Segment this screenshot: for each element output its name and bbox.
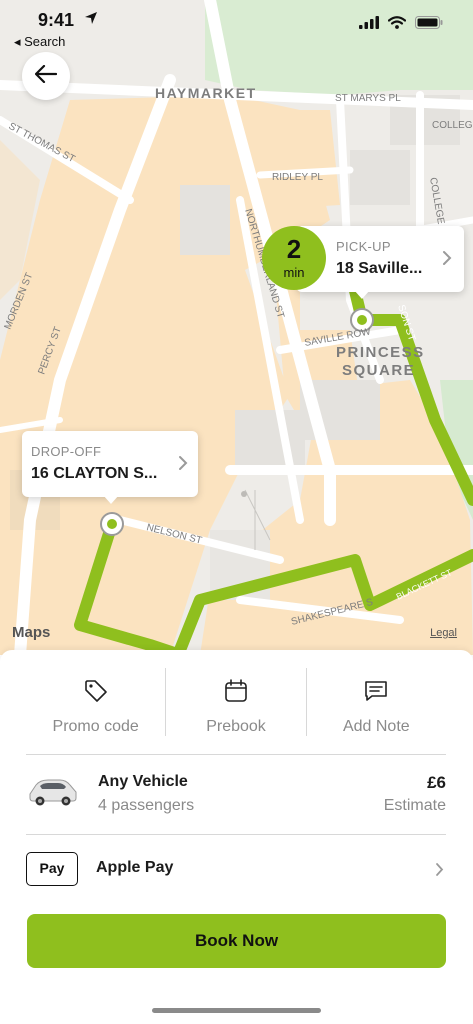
dropoff-callout-tail — [103, 495, 119, 504]
chevron-right-icon — [442, 250, 452, 271]
fare-price: £6 — [427, 773, 446, 792]
vehicle-row[interactable]: Any Vehicle 4 passengers £6 Estimate — [26, 762, 446, 828]
promo-code-button[interactable]: Promo code — [26, 668, 165, 736]
label-square: SQUARE — [342, 362, 415, 379]
payment-method-name: Apple Pay — [96, 859, 174, 876]
apple-maps-logo: Maps — [12, 624, 50, 641]
calendar-icon — [223, 678, 249, 704]
promo-code-label: Promo code — [52, 718, 139, 735]
add-note-button[interactable]: Add Note — [305, 668, 446, 736]
maps-logo-text: Maps — [12, 624, 51, 641]
fare-estimate-label: Estimate — [383, 797, 446, 814]
vehicle-passengers: 4 passengers — [98, 797, 195, 814]
divider — [26, 754, 446, 755]
wifi-icon — [387, 16, 407, 34]
apple-pay-badge-text: Pay — [39, 860, 65, 876]
legal-link[interactable]: Legal — [430, 627, 457, 639]
note-icon — [363, 678, 389, 704]
chevron-right-icon — [435, 862, 444, 882]
book-now-button[interactable]: Book Now — [27, 914, 446, 968]
apple-pay-badge: Pay — [26, 852, 78, 886]
booking-sheet: Promo code Prebook Add Note Any Vehicle — [0, 650, 473, 1024]
add-note-label: Add Note — [342, 718, 410, 735]
home-indicator — [152, 1008, 321, 1013]
eta-badge: 2 min — [262, 226, 326, 290]
label-ridley: RIDLEY PL — [272, 172, 323, 183]
signal-icon — [359, 16, 379, 34]
dropoff-callout[interactable]: DROP-OFF 16 CLAYTON S... — [22, 431, 198, 497]
chevron-right-icon — [178, 455, 188, 476]
label-college-1: COLLEGE — [432, 120, 473, 131]
eta-unit: min — [283, 265, 305, 280]
action-row: Promo code Prebook Add Note — [26, 668, 446, 736]
vehicle-name: Any Vehicle — [98, 773, 188, 790]
back-button[interactable] — [22, 52, 70, 100]
dropoff-address: 16 CLAYTON S... — [31, 465, 158, 482]
pickup-address: 18 Saville... — [336, 260, 423, 277]
eta-value: 2 — [286, 234, 302, 264]
prebook-button[interactable]: Prebook — [165, 668, 305, 736]
car-icon — [26, 770, 80, 815]
dropoff-label: DROP-OFF — [31, 444, 102, 459]
map-view[interactable]: HAYMARKET ST MARYS PL COLLEGE COLLEGE S … — [0, 0, 473, 655]
status-time: 9:41 — [38, 10, 75, 30]
battery-icon — [415, 16, 443, 34]
label-haymarket: HAYMARKET — [155, 85, 257, 101]
location-arrow-icon — [84, 11, 98, 30]
label-princess: PRINCESS — [336, 344, 425, 361]
status-bar: 9:41 ◂ Search — [0, 0, 473, 52]
back-to-search-link[interactable]: ◂ Search — [14, 34, 65, 50]
pickup-callout-tail — [354, 290, 370, 299]
divider — [26, 834, 446, 835]
pickup-label: PICK-UP — [336, 239, 391, 254]
tag-icon — [83, 678, 109, 704]
arrow-left-icon — [34, 64, 58, 88]
map-canvas: HAYMARKET ST MARYS PL COLLEGE COLLEGE S … — [0, 0, 473, 655]
prebook-label: Prebook — [206, 718, 266, 735]
payment-method-row[interactable]: Pay Apple Pay — [26, 846, 446, 894]
label-st-marys: ST MARYS PL — [335, 93, 401, 104]
